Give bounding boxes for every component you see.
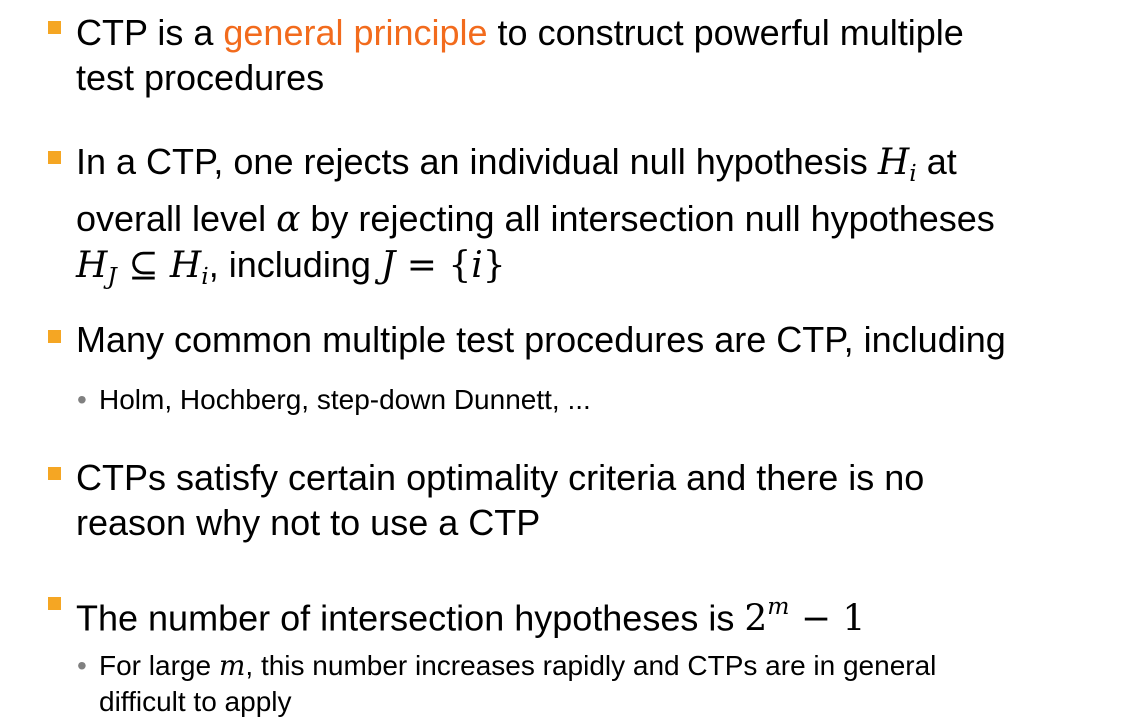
math-symbol: m bbox=[218, 649, 246, 682]
math-symbol: H bbox=[76, 245, 108, 287]
sub-bullet-large-m: For large m, this number increases rapid… bbox=[99, 648, 936, 720]
math-subscript: i bbox=[909, 159, 917, 188]
sub-bullet-line: difficult to apply bbox=[99, 686, 292, 717]
math-superscript: m bbox=[767, 592, 790, 620]
bullet-marker bbox=[48, 330, 61, 343]
math-operator: } bbox=[482, 245, 506, 287]
bullet-line: HJ ⊆ Hi, including J = {i} bbox=[76, 242, 995, 299]
bullet-marker bbox=[48, 597, 61, 610]
bullet-marker bbox=[48, 21, 61, 34]
bullet-optimality: CTPs satisfy certain optimality criteria… bbox=[76, 455, 924, 545]
math-symbol: H bbox=[169, 245, 202, 287]
math-symbol: H bbox=[877, 142, 910, 183]
bullet-ctp-definition: In a CTP, one rejects an individual null… bbox=[76, 139, 995, 299]
bullet-line: In a CTP, one rejects an individual null… bbox=[76, 139, 995, 196]
bullet-line: overall level α by rejecting all interse… bbox=[76, 196, 995, 242]
math-subscript: i bbox=[201, 262, 209, 291]
math-symbol: 2 bbox=[744, 598, 768, 640]
bullet-ctp-general-principle: CTP is a general principle to construct … bbox=[76, 10, 964, 100]
sub-bullet-dot: • bbox=[77, 384, 87, 415]
math-symbol: α bbox=[276, 199, 301, 241]
math-symbol: i bbox=[471, 245, 483, 287]
bullet-line: reason why not to use a CTP bbox=[76, 502, 541, 543]
text: CTP is a bbox=[76, 12, 224, 53]
text: , including bbox=[208, 244, 381, 286]
bullet-line: Many common multiple test procedures are… bbox=[76, 319, 1006, 360]
text: at bbox=[916, 141, 957, 182]
text: The number of intersection hypotheses is bbox=[76, 597, 745, 639]
text: In a CTP, one rejects an individual null… bbox=[76, 141, 878, 182]
sub-bullet-line: For large m, this number increases rapid… bbox=[99, 648, 936, 684]
highlighted-phrase: general principle bbox=[223, 12, 488, 53]
bullet-common-procedures: Many common multiple test procedures are… bbox=[76, 317, 1006, 362]
bullet-marker bbox=[48, 467, 61, 480]
bullet-line: The number of intersection hypotheses is… bbox=[76, 584, 865, 641]
text: For large bbox=[99, 650, 219, 681]
bullet-line: test procedures bbox=[76, 57, 325, 98]
text: overall level bbox=[76, 198, 277, 240]
bullet-marker bbox=[48, 151, 61, 164]
math-subscript: J bbox=[107, 262, 117, 291]
bullet-number-of-hypotheses: The number of intersection hypotheses is… bbox=[76, 584, 865, 641]
sub-bullet-examples: Holm, Hochberg, step-down Dunnett, ... bbox=[99, 384, 591, 415]
text: to construct powerful multiple bbox=[487, 12, 964, 53]
text: , this number increases rapidly and CTPs… bbox=[245, 650, 937, 681]
bullet-line: CTP is a general principle to construct … bbox=[76, 10, 964, 55]
math-symbol: J bbox=[380, 245, 396, 287]
text: by rejecting all intersection null hypot… bbox=[300, 198, 995, 240]
bullet-line: CTPs satisfy certain optimality criteria… bbox=[76, 457, 925, 498]
math-operator: = { bbox=[395, 245, 472, 287]
sub-bullet-dot: • bbox=[77, 650, 87, 681]
math-operator: ⊆ bbox=[116, 245, 170, 287]
math-operator: − 1 bbox=[789, 598, 866, 640]
